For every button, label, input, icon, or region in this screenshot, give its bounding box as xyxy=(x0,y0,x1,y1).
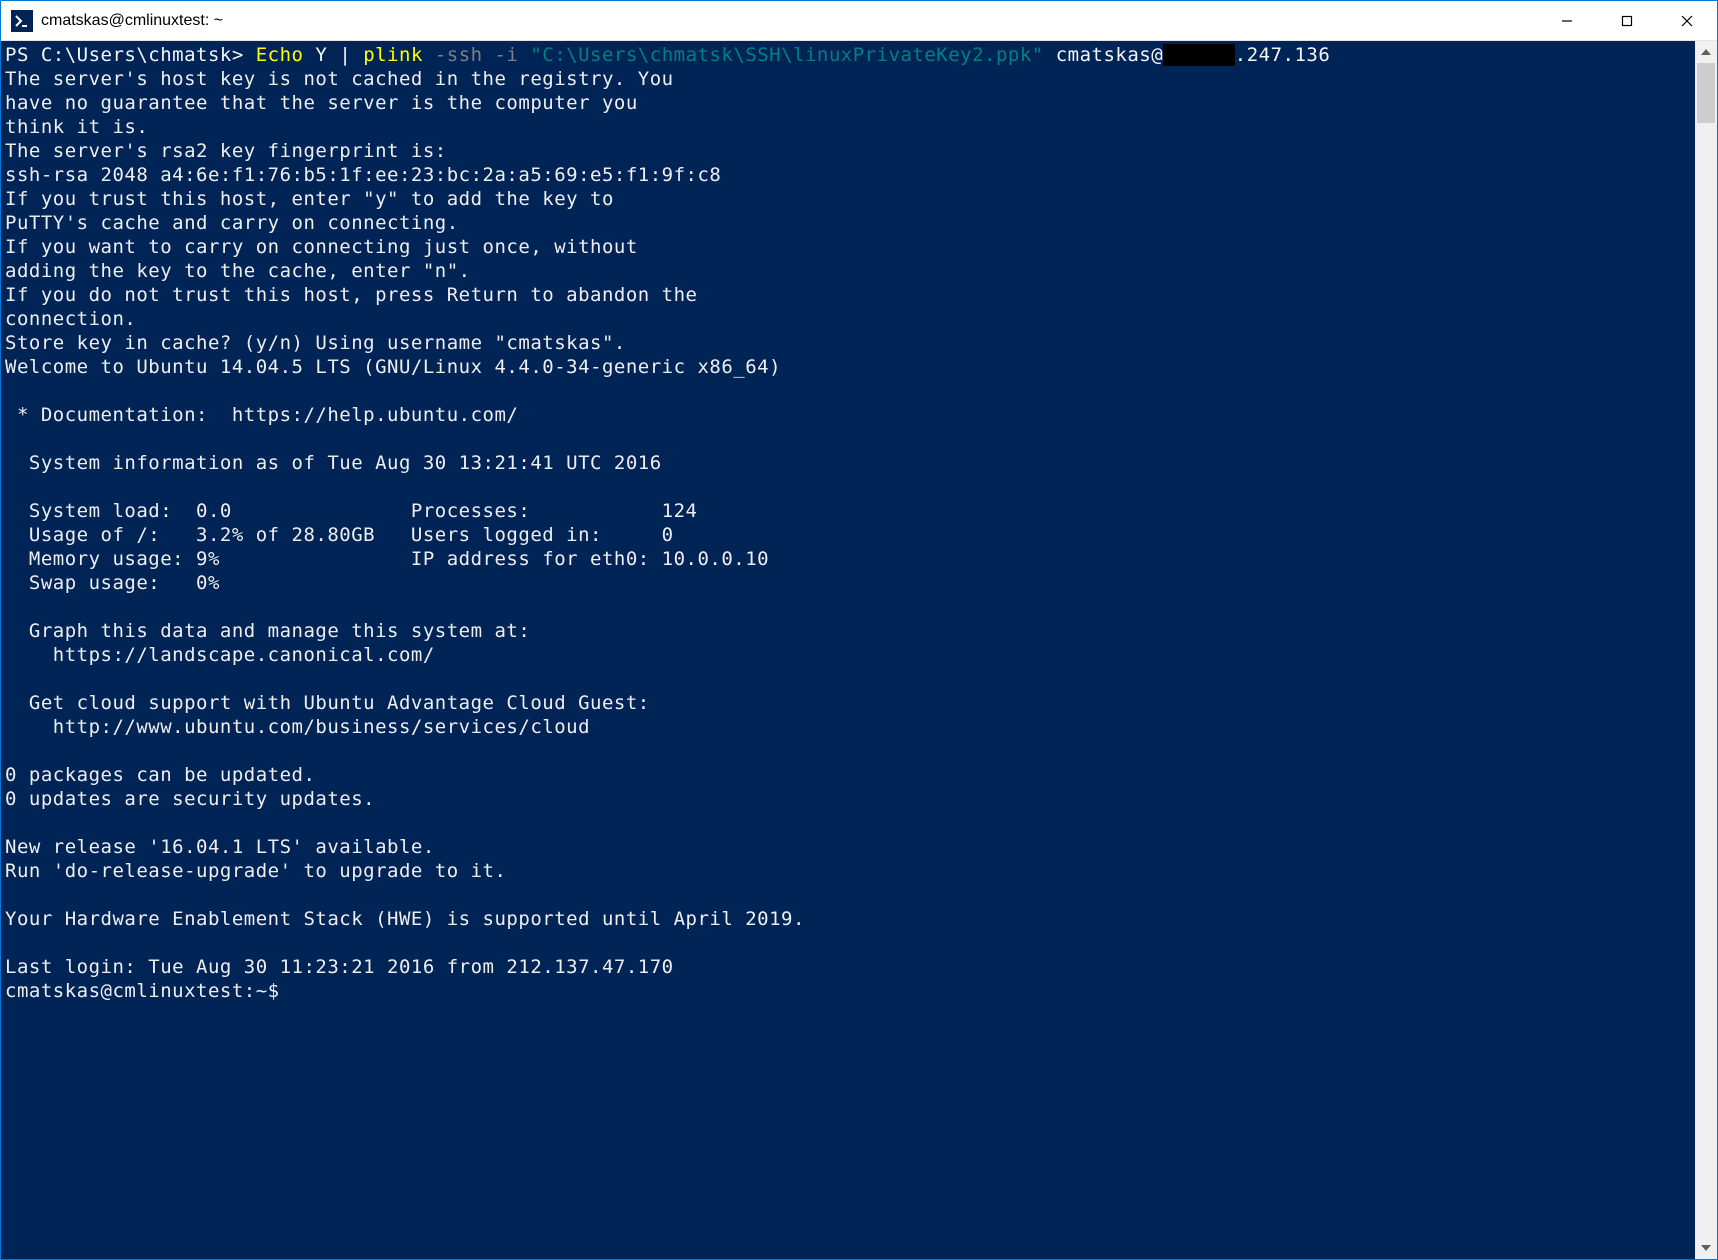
output-line: If you trust this host, enter "y" to add… xyxy=(5,188,614,210)
ps-prompt: PS C:\Users\chmatsk> xyxy=(5,44,256,66)
output-line: * Documentation: https://help.ubuntu.com… xyxy=(5,404,518,426)
output-line: Welcome to Ubuntu 14.04.5 LTS (GNU/Linux… xyxy=(5,356,781,378)
output-line: think it is. xyxy=(5,116,148,138)
scroll-thumb[interactable] xyxy=(1697,63,1715,123)
output-line: Last login: Tue Aug 30 11:23:21 2016 fro… xyxy=(5,956,674,978)
window-title: cmatskas@cmlinuxtest: ~ xyxy=(41,12,1537,30)
window-controls xyxy=(1537,1,1717,40)
window-titlebar: cmatskas@cmlinuxtest: ~ xyxy=(1,1,1717,41)
output-line: New release '16.04.1 LTS' available. xyxy=(5,836,435,858)
output-line: System load: 0.0 Processes: 124 xyxy=(5,500,697,522)
cmd-y: Y xyxy=(303,44,339,66)
output-line: System information as of Tue Aug 30 13:2… xyxy=(5,452,662,474)
cmd-userhost1: cmatskas@ xyxy=(1044,44,1163,66)
scroll-down-button[interactable] xyxy=(1695,1237,1717,1259)
shell-prompt: cmatskas@cmlinuxtest:~$ xyxy=(5,980,280,1002)
output-line: Run 'do-release-upgrade' to upgrade to i… xyxy=(5,860,506,882)
output-line: Graph this data and manage this system a… xyxy=(5,620,530,642)
output-line: 0 packages can be updated. xyxy=(5,764,315,786)
cmd-pipe: | xyxy=(339,44,363,66)
output-line: Get cloud support with Ubuntu Advantage … xyxy=(5,692,650,714)
scroll-up-button[interactable] xyxy=(1695,41,1717,63)
cmd-echo: Echo xyxy=(256,44,304,66)
scroll-track[interactable] xyxy=(1695,63,1717,1237)
output-line: Usage of /: 3.2% of 28.80GB Users logged… xyxy=(5,524,674,546)
output-line: https://landscape.canonical.com/ xyxy=(5,644,435,666)
maximize-icon xyxy=(1621,15,1633,27)
output-line: PuTTY's cache and carry on connecting. xyxy=(5,212,459,234)
output-line: Store key in cache? (y/n) Using username… xyxy=(5,332,626,354)
output-line: If you want to carry on connecting just … xyxy=(5,236,638,258)
output-line: Your Hardware Enablement Stack (HWE) is … xyxy=(5,908,805,930)
output-line: http://www.ubuntu.com/business/services/… xyxy=(5,716,590,738)
output-line: adding the key to the cache, enter "n". xyxy=(5,260,471,282)
cmd-plink: plink xyxy=(363,44,423,66)
scrollbar[interactable] xyxy=(1695,41,1717,1259)
close-icon xyxy=(1681,15,1693,27)
output-line: Memory usage: 9% IP address for eth0: 10… xyxy=(5,548,769,570)
terminal-container: PS C:\Users\chmatsk> Echo Y | plink -ssh… xyxy=(1,41,1717,1259)
chevron-down-icon xyxy=(1701,1245,1711,1251)
output-line: 0 updates are security updates. xyxy=(5,788,375,810)
close-button[interactable] xyxy=(1657,1,1717,40)
cmd-keypath: "C:\Users\chmatsk\SSH\linuxPrivateKey2.p… xyxy=(530,44,1043,66)
redacted-ip xyxy=(1163,44,1235,66)
cmd-flags: -ssh -i xyxy=(423,44,530,66)
output-line: The server's rsa2 key fingerprint is: xyxy=(5,140,447,162)
powershell-icon xyxy=(11,10,33,32)
minimize-icon xyxy=(1561,15,1573,27)
minimize-button[interactable] xyxy=(1537,1,1597,40)
output-line: Swap usage: 0% xyxy=(5,572,220,594)
output-line: The server's host key is not cached in t… xyxy=(5,68,674,90)
output-line: have no guarantee that the server is the… xyxy=(5,92,638,114)
output-line: connection. xyxy=(5,308,136,330)
chevron-up-icon xyxy=(1701,49,1711,55)
output-line: If you do not trust this host, press Ret… xyxy=(5,284,697,306)
terminal-output[interactable]: PS C:\Users\chmatsk> Echo Y | plink -ssh… xyxy=(1,41,1695,1259)
maximize-button[interactable] xyxy=(1597,1,1657,40)
output-line: ssh-rsa 2048 a4:6e:f1:76:b5:1f:ee:23:bc:… xyxy=(5,164,721,186)
cmd-userhost2: .247.136 xyxy=(1235,44,1331,66)
